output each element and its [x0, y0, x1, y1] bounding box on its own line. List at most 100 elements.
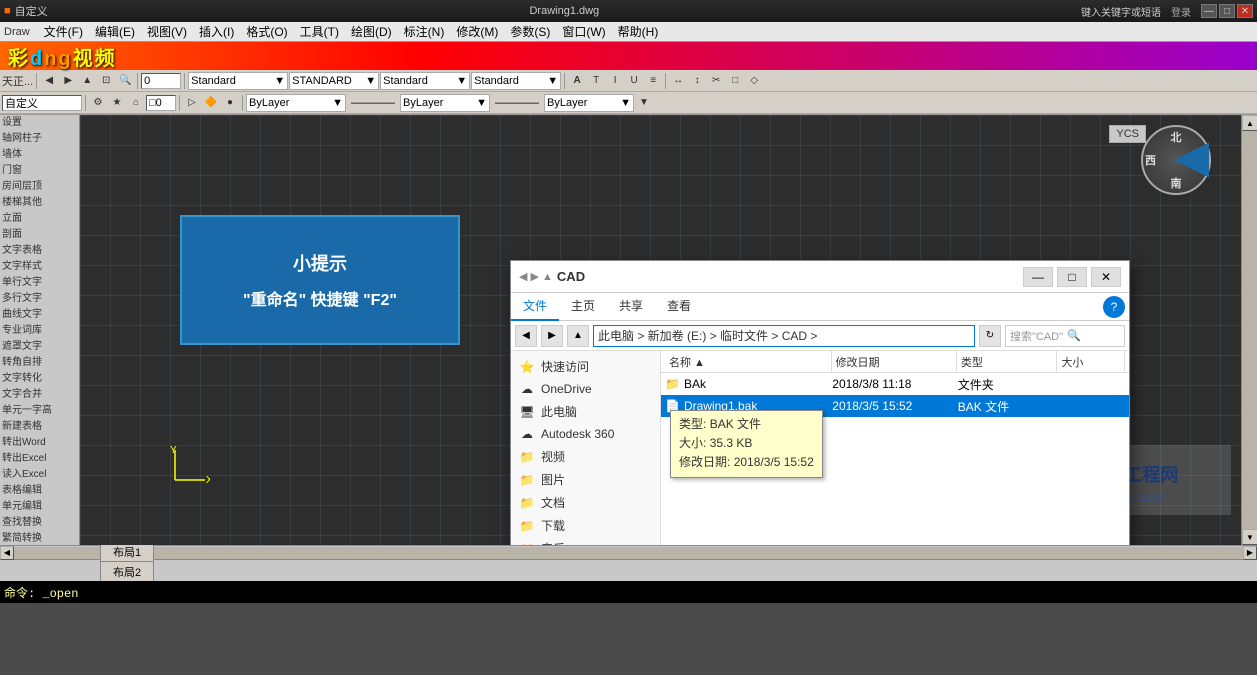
tb2-arrow1[interactable]: ▷	[183, 94, 201, 112]
sidebar-item[interactable]: 专业词库	[0, 323, 79, 339]
tb-icon-a[interactable]: A	[568, 72, 586, 90]
sidebar-item[interactable]: 新建表格	[0, 419, 79, 435]
nav-item-视频[interactable]: 📁视频	[511, 445, 660, 468]
nav-item-快速访问[interactable]: ⭐快速访问	[511, 355, 660, 378]
sidebar-item[interactable]: 设置	[0, 115, 79, 131]
explorer-close-btn[interactable]: ✕	[1091, 267, 1121, 287]
minimize-button[interactable]: —	[1201, 4, 1217, 18]
sidebar-item[interactable]: 查找替换	[0, 515, 79, 531]
sidebar-item[interactable]: 单元编辑	[0, 499, 79, 515]
sidebar-item[interactable]: 文字表格	[0, 243, 79, 259]
sidebar-item[interactable]: 读入Excel	[0, 467, 79, 483]
scroll-up-btn[interactable]: ▲	[1242, 115, 1257, 131]
tb-icon-i[interactable]: □	[726, 72, 744, 90]
style2-dropdown[interactable]: STANDARD▼	[289, 72, 379, 90]
ribbon-tab-home[interactable]: 主页	[559, 293, 607, 321]
style3-dropdown[interactable]: Standard▼	[380, 72, 470, 90]
sidebar-item[interactable]: 转出Word	[0, 435, 79, 451]
menu-item[interactable]: 文件(F)	[38, 23, 89, 41]
tb2-btn-1[interactable]: ⚙	[89, 94, 107, 112]
tb-icon-h[interactable]: ✂	[707, 72, 725, 90]
style4-dropdown[interactable]: Standard▼	[471, 72, 561, 90]
col-size-header[interactable]: 大小	[1057, 351, 1125, 372]
scroll-left-btn[interactable]: ◀	[0, 546, 14, 560]
tb-icon-e[interactable]: ≡	[644, 72, 662, 90]
menu-item[interactable]: 修改(M)	[450, 23, 504, 41]
menu-item[interactable]: 插入(I)	[193, 23, 240, 41]
toolbar-btn-1[interactable]: ◀	[40, 72, 58, 90]
menu-item[interactable]: 绘图(D)	[345, 23, 398, 41]
menu-item[interactable]: 窗口(W)	[556, 23, 611, 41]
col-type-header[interactable]: 类型	[957, 351, 1058, 372]
menu-item[interactable]: 参数(S)	[504, 23, 556, 41]
ribbon-tab-share[interactable]: 共享	[607, 293, 655, 321]
right-scrollbar[interactable]: ▲ ▼	[1241, 115, 1257, 545]
nav-item-图片[interactable]: 📁图片	[511, 468, 660, 491]
sidebar-item[interactable]: 文字合并	[0, 387, 79, 403]
nav-item-音乐[interactable]: 📁音乐	[511, 537, 660, 545]
sidebar-item[interactable]: 楼梯其他	[0, 195, 79, 211]
scroll-track[interactable]	[1242, 131, 1257, 529]
sidebar-item[interactable]: 房间层顶	[0, 179, 79, 195]
menu-item[interactable]: 格式(O)	[240, 23, 293, 41]
toolbar-btn-4[interactable]: ⊡	[97, 72, 115, 90]
help-button[interactable]: ?	[1103, 296, 1125, 318]
ribbon-tab-file[interactable]: 文件	[511, 293, 559, 321]
tb2-btn-5[interactable]: ●	[221, 94, 239, 112]
sidebar-item[interactable]: 文字样式	[0, 259, 79, 275]
tb-icon-g[interactable]: ↕	[688, 72, 706, 90]
nav-item-下载[interactable]: 📁下载	[511, 514, 660, 537]
style1-dropdown[interactable]: Standard▼	[188, 72, 288, 90]
scroll-down-btn[interactable]: ▼	[1242, 529, 1257, 545]
tb-icon-j[interactable]: ◇	[745, 72, 763, 90]
sidebar-item[interactable]: 立面	[0, 211, 79, 227]
nav-item-Autodesk 360[interactable]: ☁Autodesk 360	[511, 423, 660, 445]
sidebar-item[interactable]: 转角自排	[0, 355, 79, 371]
layout-tab-布局2[interactable]: 布局2	[100, 561, 154, 581]
col-name-header[interactable]: 名称 ▲	[665, 351, 832, 372]
file-row[interactable]: 📁BAk2018/3/8 11:18文件夹	[661, 373, 1129, 395]
sidebar-item[interactable]: 遮罩文字	[0, 339, 79, 355]
explorer-maximize-btn[interactable]: □	[1057, 267, 1087, 287]
sidebar-item[interactable]: 表格编辑	[0, 483, 79, 499]
sidebar-item[interactable]: 墙体	[0, 147, 79, 163]
bylayer2-dropdown[interactable]: ByLayer▼	[400, 94, 490, 112]
tb2-input[interactable]	[146, 95, 176, 111]
layer-input[interactable]	[141, 73, 181, 89]
menu-item[interactable]: 帮助(H)	[612, 23, 665, 41]
nav-item-OneDrive[interactable]: ☁OneDrive	[511, 378, 660, 400]
address-up-btn[interactable]: ▲	[567, 325, 589, 347]
tb-icon-b[interactable]: T	[587, 72, 605, 90]
sidebar-item[interactable]: 单元一字高	[0, 403, 79, 419]
nav-item-此电脑[interactable]: 🖥此电脑	[511, 400, 660, 423]
nav-item-文档[interactable]: 📁文档	[511, 491, 660, 514]
tb2-btn-3[interactable]: ⌂	[127, 94, 145, 112]
tb-icon-f[interactable]: ↔	[669, 72, 687, 90]
address-forward-btn[interactable]: ▶	[541, 325, 563, 347]
toolbar-btn-2[interactable]: ▶	[59, 72, 77, 90]
sidebar-item[interactable]: 轴网柱子	[0, 131, 79, 147]
custom-input[interactable]	[2, 95, 82, 111]
bylayer3-dropdown[interactable]: ByLayer▼	[544, 94, 634, 112]
col-date-header[interactable]: 修改日期	[832, 351, 957, 372]
sidebar-item[interactable]: 多行文字	[0, 291, 79, 307]
tb2-btn-6[interactable]: ▼	[635, 94, 653, 112]
menu-item[interactable]: 标注(N)	[398, 23, 451, 41]
bylayer-dropdown[interactable]: ByLayer▼	[246, 94, 346, 112]
maximize-button[interactable]: □	[1219, 4, 1235, 18]
ribbon-tab-view[interactable]: 查看	[655, 293, 703, 321]
sidebar-item[interactable]: 转出Excel	[0, 451, 79, 467]
sidebar-item[interactable]: 曲线文字	[0, 307, 79, 323]
bottom-scrollbar[interactable]: ◀ ▶	[0, 545, 1257, 559]
toolbar-btn-3[interactable]: ▲	[78, 72, 96, 90]
address-path[interactable]: 此电脑 > 新加卷 (E:) > 临时文件 > CAD >	[593, 325, 975, 347]
tb-icon-c[interactable]: I	[606, 72, 624, 90]
search-box[interactable]: 搜索"CAD" 🔍	[1005, 325, 1125, 347]
tb-icon-d[interactable]: U	[625, 72, 643, 90]
explorer-minimize-btn[interactable]: —	[1023, 267, 1053, 287]
menu-item[interactable]: 视图(V)	[141, 23, 193, 41]
scroll-right-btn[interactable]: ▶	[1243, 546, 1257, 560]
sidebar-item[interactable]: 单行文字	[0, 275, 79, 291]
tb2-btn-4[interactable]: 🔶	[202, 94, 220, 112]
close-button[interactable]: ✕	[1237, 4, 1253, 18]
